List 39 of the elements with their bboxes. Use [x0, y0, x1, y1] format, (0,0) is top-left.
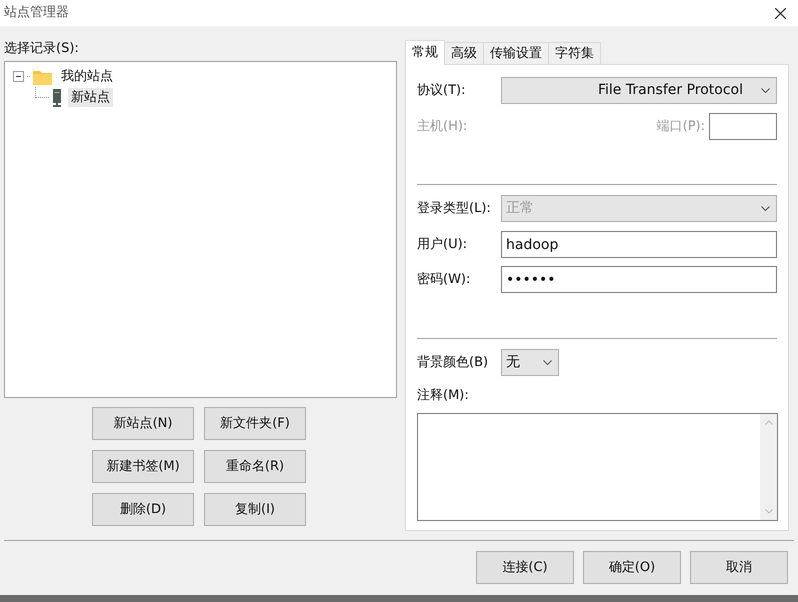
tree-action-button[interactable]: 删除(D) [92, 493, 194, 526]
close-icon[interactable] [775, 8, 786, 18]
field-label: 密码(W): [417, 270, 472, 289]
tree-label: 选择记录(S): [4, 40, 80, 57]
dropdown-value: 无 [506, 353, 520, 372]
dialog-button[interactable]: 取消 [690, 551, 788, 584]
field-label: 用户(U): [417, 236, 468, 254]
field-label: 登录类型(L): [417, 200, 492, 218]
field-label: 背景颜色(B) [417, 354, 490, 372]
tree-item[interactable]: 新站点 [68, 88, 113, 107]
tree-action-button[interactable]: 新建书签(M) [92, 450, 194, 483]
field-label: 协议(T): [417, 82, 466, 100]
field-label: 主机(H): [417, 118, 468, 136]
input-field[interactable]: •••••• [501, 266, 777, 293]
dialog-button[interactable]: 确定(O) [583, 551, 681, 584]
tree-action-button[interactable]: 复制(I) [204, 493, 306, 526]
chevron-down-icon [761, 206, 770, 212]
dialog-button[interactable]: 连接(C) [476, 551, 574, 584]
dropdown-value: 正常 [506, 199, 534, 218]
input-field[interactable] [709, 113, 777, 140]
tree-action-button[interactable]: 新站点(N) [92, 407, 194, 440]
window-title: 站点管理器 [4, 4, 69, 22]
chevron-down-icon [543, 360, 552, 366]
comment-field[interactable] [417, 413, 778, 521]
folder-icon [33, 68, 52, 84]
tab[interactable]: 常规 [405, 40, 445, 65]
field-label: 注释(M): [417, 387, 470, 404]
tab[interactable]: 字符集 [548, 42, 601, 64]
dropdown[interactable]: 无 [501, 349, 559, 376]
server-icon [52, 88, 62, 106]
dropdown-value: File Transfer Protocol [598, 81, 743, 100]
tree-action-button[interactable]: 新文件夹(F) [204, 407, 306, 440]
tree-item[interactable]: 我的站点 [58, 67, 116, 86]
field-label: 端口(P): [656, 118, 705, 136]
chevron-down-icon [761, 88, 770, 94]
tree-action-button[interactable]: 重命名(R) [204, 450, 306, 483]
dropdown[interactable]: File Transfer Protocol [501, 77, 777, 104]
input-field[interactable]: hadoop [501, 231, 777, 258]
collapse-icon[interactable] [13, 71, 24, 82]
